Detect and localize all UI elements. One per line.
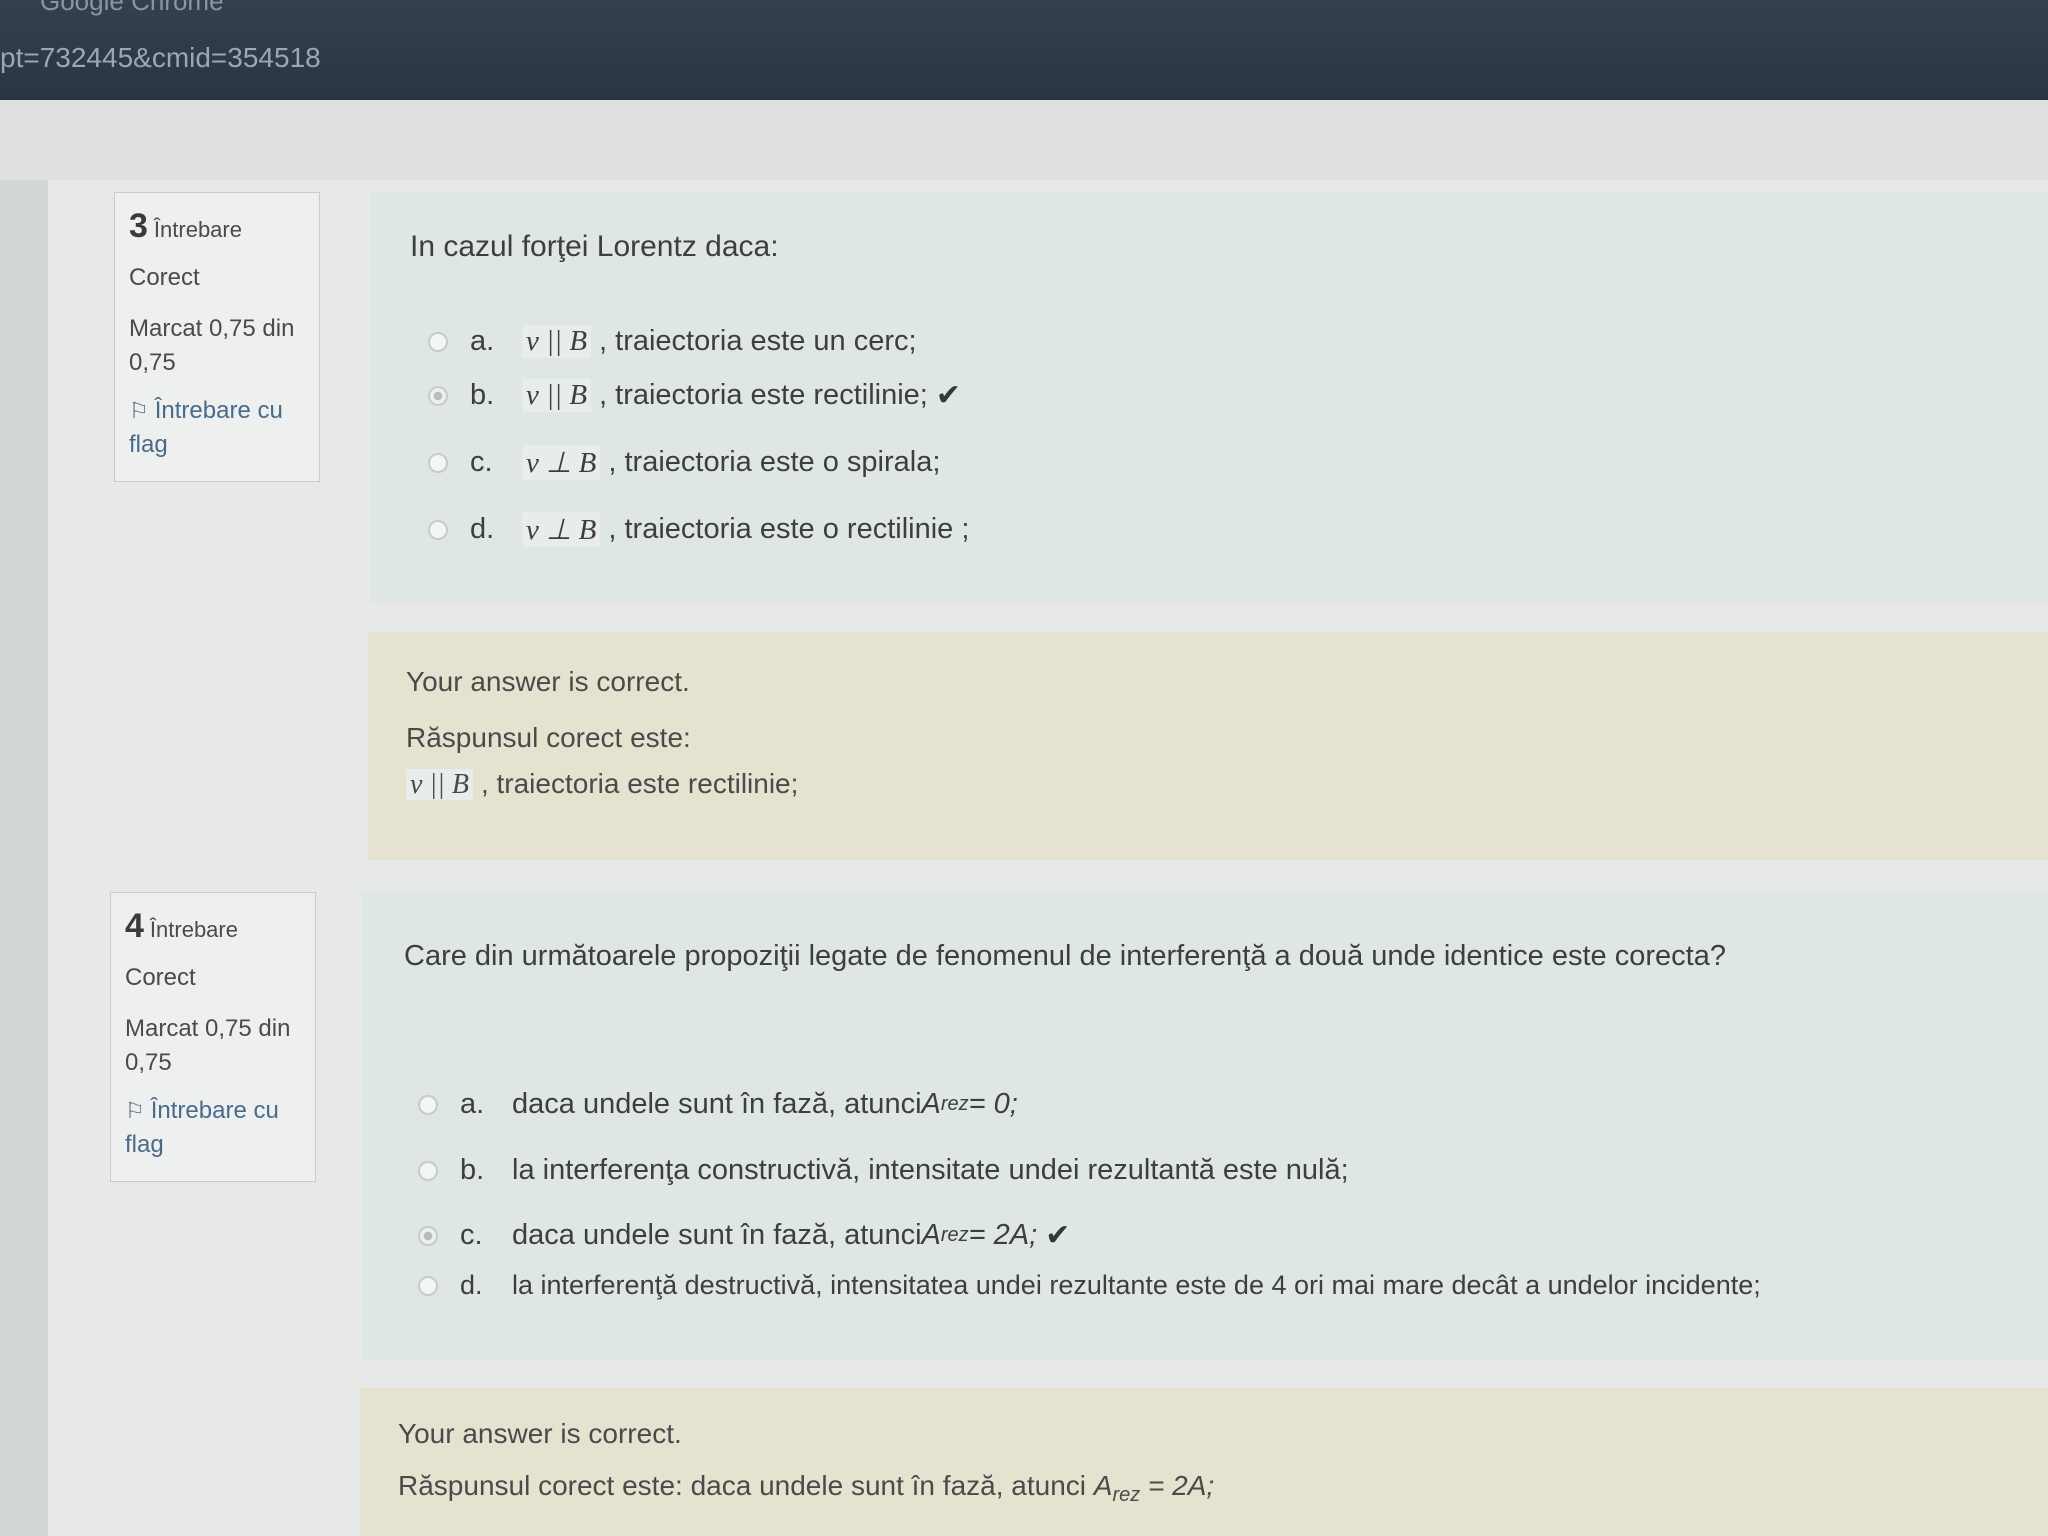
check-icon: ✔	[935, 379, 961, 412]
q4-option-a[interactable]: a. daca undele sunt în fază, atunci Arez…	[418, 1088, 1018, 1121]
question-grade: Marcat 0,75 din 0,75	[129, 315, 295, 376]
page-top-band	[0, 100, 2048, 180]
question-4-info: 4 Întrebare Corect Marcat 0,75 din 0,75 ⚐ Î…	[110, 892, 316, 1182]
radio-button[interactable]	[428, 519, 448, 540]
address-bar-url[interactable]: pt=732445&cmid=354518	[0, 42, 321, 74]
q4-option-c[interactable]: c. daca undele sunt în fază, atunci Arez…	[418, 1218, 1070, 1253]
correct-answer-label: Răspunsul corect este:	[406, 722, 691, 753]
radio-button-selected[interactable]	[428, 385, 448, 406]
flag-question-link[interactable]: ⚐ Întrebare cu flag	[125, 1094, 301, 1162]
question-4-text: Care din următoarele propoziţii legate d…	[404, 940, 1726, 972]
flag-question-link[interactable]: ⚐ Întrebare cu flag	[129, 394, 305, 462]
window-title: Google Chrome	[40, 0, 224, 16]
q4-option-d[interactable]: d. la interferenţă destructivă, intensit…	[418, 1270, 1761, 1301]
q3-option-a[interactable]: a. v || B , traiectoria este un cerc;	[428, 325, 917, 358]
correct-answer: Răspunsul corect este: daca undele sunt …	[398, 1470, 1215, 1506]
question-word: Întrebare	[153, 217, 242, 242]
question-status: Corect	[129, 264, 200, 291]
left-margin	[0, 180, 48, 1536]
question-3-info: 3 Întrebare Corect Marcat 0,75 din 0,75 ⚐ Î…	[114, 192, 320, 482]
radio-button-selected[interactable]	[418, 1225, 438, 1246]
correct-answer: v || B, traiectoria este rectilinie;	[406, 768, 798, 801]
radio-button[interactable]	[418, 1094, 438, 1115]
browser-titlebar: Google Chrome pt=732445&cmid=354518	[0, 0, 2048, 100]
feedback-text: Your answer is correct.	[406, 666, 690, 697]
flag-icon: ⚐	[125, 1098, 145, 1123]
q4-option-b[interactable]: b. la interferenţa constructivă, intensi…	[418, 1154, 1349, 1187]
q3-option-b[interactable]: b. v || B , traiectoria este rectilinie;…	[428, 378, 961, 413]
radio-button[interactable]	[418, 1275, 438, 1296]
q3-option-c[interactable]: c. v ⊥ B , traiectoria este o spirala;	[428, 445, 940, 480]
q3-option-d[interactable]: d. v ⊥ B , traiectoria este o rectilinie…	[428, 512, 969, 547]
flag-icon: ⚐	[129, 398, 149, 423]
question-word: Întrebare	[149, 917, 238, 942]
question-grade: Marcat 0,75 din 0,75	[125, 1015, 291, 1076]
question-4-feedback: Your answer is correct. Răspunsul corect…	[360, 1388, 2048, 1536]
question-3-feedback: Your answer is correct. Răspunsul corect…	[368, 632, 2048, 860]
radio-button[interactable]	[418, 1160, 438, 1181]
radio-button[interactable]	[428, 452, 448, 473]
radio-button[interactable]	[428, 331, 448, 352]
feedback-text: Your answer is correct.	[398, 1418, 682, 1449]
check-icon: ✔	[1045, 1219, 1071, 1252]
question-3-text: In cazul forţei Lorentz daca:	[410, 230, 779, 263]
question-number: 3	[129, 207, 148, 245]
question-number: 4	[125, 907, 144, 945]
question-status: Corect	[125, 964, 196, 991]
